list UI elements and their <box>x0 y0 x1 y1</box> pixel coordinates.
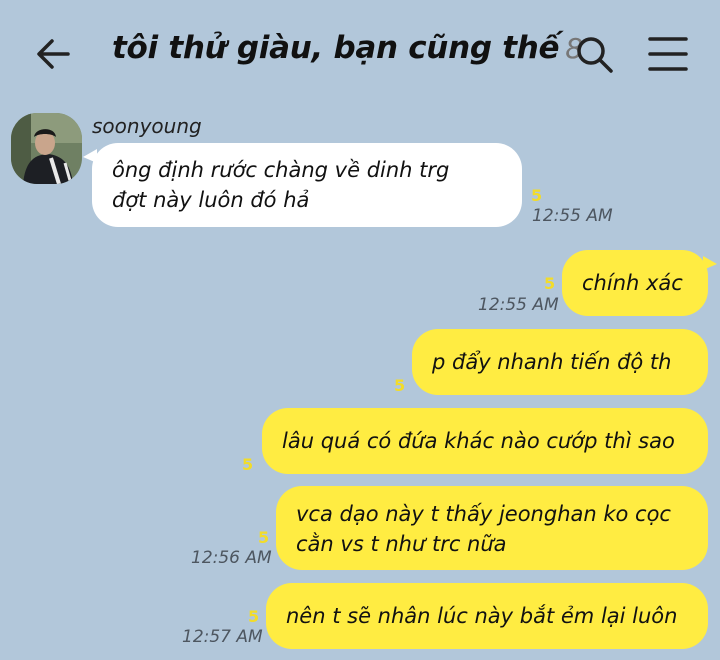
chat-title-text: tôi thử giàu, bạn cũng thế <box>112 30 560 66</box>
message-time: 12:56 AM <box>191 548 272 568</box>
message-text: chính xác <box>582 271 683 295</box>
unread-count: 5 <box>242 455 254 474</box>
profile-photo <box>11 113 82 184</box>
sender-name: soonyoung <box>92 114 202 138</box>
avatar[interactable] <box>11 113 82 184</box>
back-button[interactable] <box>32 32 76 76</box>
message-time: 12:57 AM <box>182 627 263 647</box>
message-text-line: ông định rước chàng về dinh trg <box>112 158 450 182</box>
message-time: 12:55 AM <box>478 295 559 315</box>
outgoing-message-bubble[interactable]: lâu quá có đứa khác nào cướp thì sao <box>262 408 708 474</box>
search-button[interactable] <box>572 32 616 76</box>
message-text: lâu quá có đứa khác nào cướp thì sao <box>282 429 675 453</box>
outgoing-message-bubble[interactable]: p đẩy nhanh tiến độ th <box>412 329 708 395</box>
unread-count: 5 <box>531 186 543 205</box>
outgoing-message-bubble[interactable]: chính xác <box>562 250 717 316</box>
search-icon <box>577 37 613 73</box>
message-text-line: cằn vs t như trc nữa <box>296 532 507 556</box>
chat-title: tôi thử giàu, bạn cũng thế 8 <box>112 30 583 66</box>
unread-count: 5 <box>258 528 270 547</box>
outgoing-message-bubble[interactable]: vca dạo này t thấy jeonghan ko cọc cằn v… <box>276 486 708 570</box>
menu-button[interactable] <box>646 34 690 74</box>
chat-header: tôi thử giàu, bạn cũng thế 8 <box>0 0 720 100</box>
message-text: p đẩy nhanh tiến độ th <box>432 350 672 374</box>
message-time: 12:55 AM <box>532 206 613 226</box>
unread-count: 5 <box>248 607 260 626</box>
unread-count: 5 <box>544 274 556 293</box>
outgoing-message-bubble[interactable]: nên t sẽ nhân lúc này bắt ẻm lại luôn <box>266 583 708 649</box>
incoming-message-bubble[interactable]: ông định rước chàng về dinh trg đợt này … <box>83 143 522 227</box>
message-text-line: vca dạo này t thấy jeonghan ko cọc <box>296 502 671 526</box>
hamburger-menu-icon <box>648 37 688 71</box>
message-text-line: đợt này luôn đó hả <box>112 188 310 212</box>
arrow-left-icon <box>37 39 70 69</box>
unread-count: 5 <box>394 376 406 395</box>
message-text: nên t sẽ nhân lúc này bắt ẻm lại luôn <box>286 604 678 628</box>
